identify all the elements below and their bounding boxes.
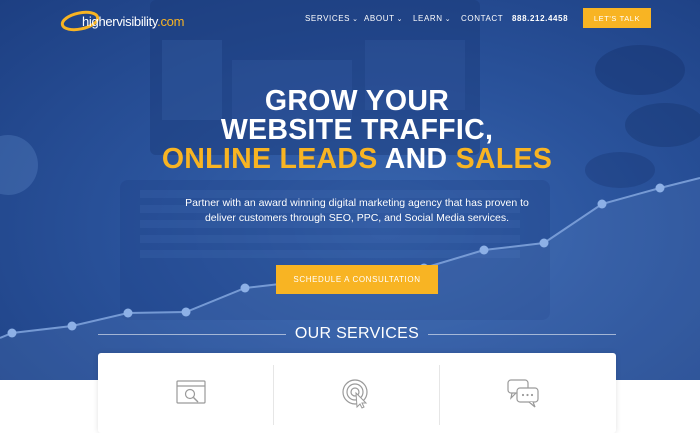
subtext-line-2: deliver customers through SEO, PPC, and … [204, 211, 510, 224]
services-title: OUR SERVICES [294, 325, 420, 342]
logo-main-text: highervisibility [82, 14, 158, 29]
nav-item-label: ABOUT [364, 14, 395, 23]
hero-headline: GROW YOUR WEBSITE TRAFFIC, ONLINE LEADS … [0, 87, 700, 174]
target-cursor-icon[interactable] [339, 377, 373, 409]
nav-item-label: CONTACT [461, 14, 504, 23]
top-navigation: highervisibility.com SERVICES ⌄ ABOUT ⌄ LE… [0, 0, 700, 40]
search-window-icon[interactable] [174, 377, 208, 409]
headline-line-1: GROW YOUR [264, 85, 450, 117]
logo-text: highervisibility.com [82, 14, 184, 29]
chevron-down-icon: ⌄ [396, 16, 404, 23]
hero-background [0, 0, 700, 380]
hero-subtext: Partner with an award winning digital ma… [0, 196, 700, 225]
headline-and: AND [384, 143, 448, 175]
chat-bubbles-icon[interactable] [506, 377, 540, 409]
nav-item-label: LEARN [413, 14, 443, 23]
services-divider-right [428, 334, 616, 335]
nav-item-contact[interactable]: CONTACT [461, 14, 503, 23]
phone-link[interactable]: 888.212.4458 [512, 14, 568, 23]
services-divider-left [98, 334, 286, 335]
card-divider [439, 365, 440, 425]
headline-line-2: WEBSITE TRAFFIC, [220, 114, 494, 146]
nav-item-learn[interactable]: LEARN ⌄ [413, 14, 451, 23]
logo[interactable]: highervisibility.com [60, 8, 184, 34]
headline-line-3: ONLINE LEADS AND SALES [0, 145, 700, 174]
nav-item-services[interactable]: SERVICES ⌄ [305, 14, 359, 23]
nav-item-label: SERVICES [305, 14, 351, 23]
subtext-line-1: Partner with an award winning digital ma… [185, 197, 529, 209]
chevron-down-icon: ⌄ [444, 16, 452, 23]
card-divider [273, 365, 274, 425]
lets-talk-button[interactable]: LET'S TALK [583, 8, 651, 28]
hero-section: highervisibility.com SERVICES ⌄ ABOUT ⌄ LE… [0, 0, 700, 380]
headline-highlight-sales: SALES [455, 143, 553, 175]
chevron-down-icon: ⌄ [352, 16, 359, 23]
logo-suffix-text: .com [157, 14, 185, 29]
schedule-consultation-button[interactable]: SCHEDULE A CONSULTATION [276, 265, 438, 294]
services-cards [98, 353, 616, 433]
nav-item-about[interactable]: ABOUT ⌄ [364, 14, 403, 23]
headline-highlight-leads: ONLINE LEADS [161, 143, 378, 175]
